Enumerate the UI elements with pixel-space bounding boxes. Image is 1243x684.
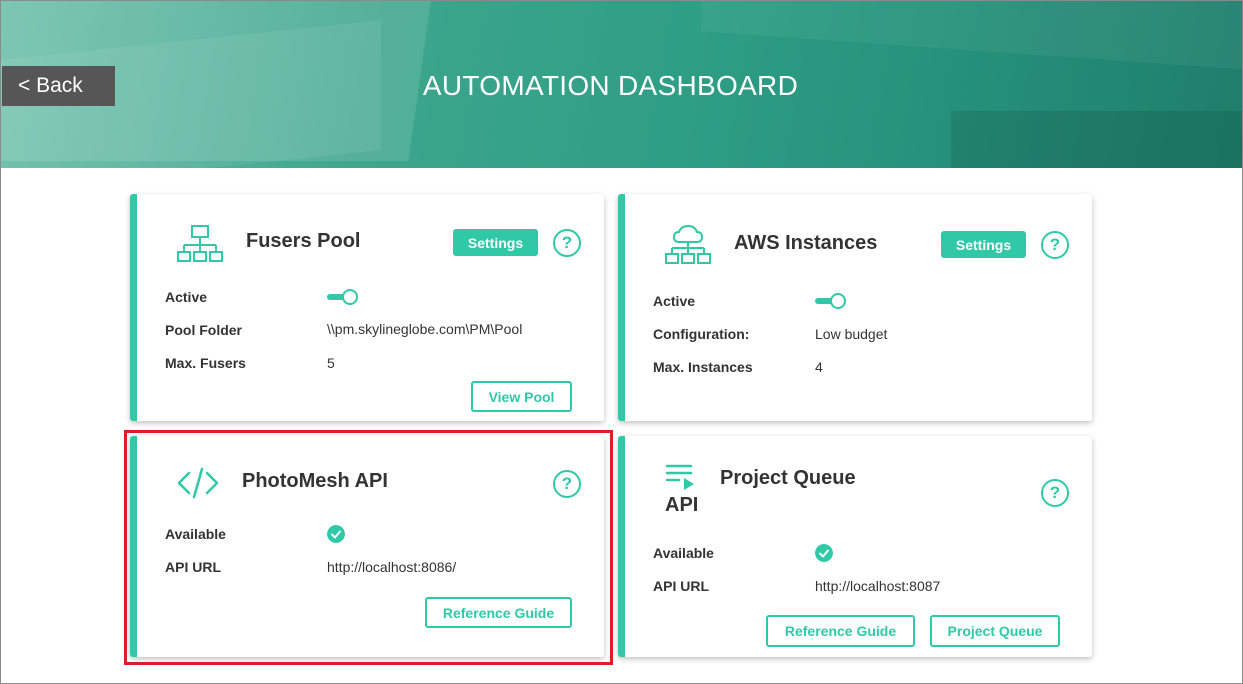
project-queue-button[interactable]: Project Queue: [930, 615, 1060, 647]
max-instances-label: Max. Instances: [653, 359, 753, 375]
pool-folder-value: \\pm.skylineglobe.com\PM\Pool: [327, 321, 523, 337]
cloud-network-icon: [665, 224, 711, 264]
highlight-box: [124, 430, 613, 665]
project-queue-card: API Project Queue ? Available API URL ht…: [618, 436, 1092, 657]
fusers-pool-active-toggle[interactable]: [327, 289, 358, 305]
network-hierarchy-icon: [177, 225, 223, 262]
fusers-pool-help-icon[interactable]: ?: [553, 229, 581, 257]
queue-icon-caption: API: [665, 494, 699, 516]
queue-available-check-icon: [815, 544, 833, 562]
configuration-value: Low budget: [815, 326, 888, 342]
page-title: AUTOMATION DASHBOARD: [422, 70, 799, 101]
queue-list-icon: [665, 464, 694, 490]
project-queue-help-icon[interactable]: ?: [1041, 479, 1069, 507]
configuration-label: Configuration:: [653, 326, 750, 342]
max-instances-value: 4: [815, 359, 823, 375]
aws-active-toggle[interactable]: [815, 293, 846, 309]
aws-instances-title: AWS Instances: [734, 232, 878, 254]
banner-shape: [701, 1, 1242, 71]
fusers-pool-card: Fusers Pool Settings ? Active Pool Folde…: [130, 194, 604, 421]
aws-instances-help-icon[interactable]: ?: [1041, 231, 1069, 259]
view-pool-button[interactable]: View Pool: [471, 381, 572, 412]
fusers-pool-title: Fusers Pool: [246, 230, 361, 252]
max-fusers-label: Max. Fusers: [165, 355, 246, 371]
banner-shape: [951, 111, 1242, 168]
aws-active-label: Active: [653, 293, 696, 309]
aws-instances-settings-button[interactable]: Settings: [941, 231, 1026, 258]
aws-instances-card: AWS Instances Settings ? Active Configur…: [618, 194, 1092, 421]
pool-folder-label: Pool Folder: [165, 322, 242, 338]
queue-api-url-value: http://localhost:8087: [815, 578, 941, 594]
fusers-pool-settings-button[interactable]: Settings: [453, 229, 538, 256]
max-fusers-value: 5: [327, 355, 335, 371]
queue-reference-guide-button[interactable]: Reference Guide: [766, 615, 915, 647]
project-queue-title: Project Queue: [720, 467, 856, 489]
queue-api-url-label: API URL: [653, 578, 709, 594]
fusers-pool-active-label: Active: [165, 289, 208, 305]
queue-available-label: Available: [653, 545, 714, 561]
